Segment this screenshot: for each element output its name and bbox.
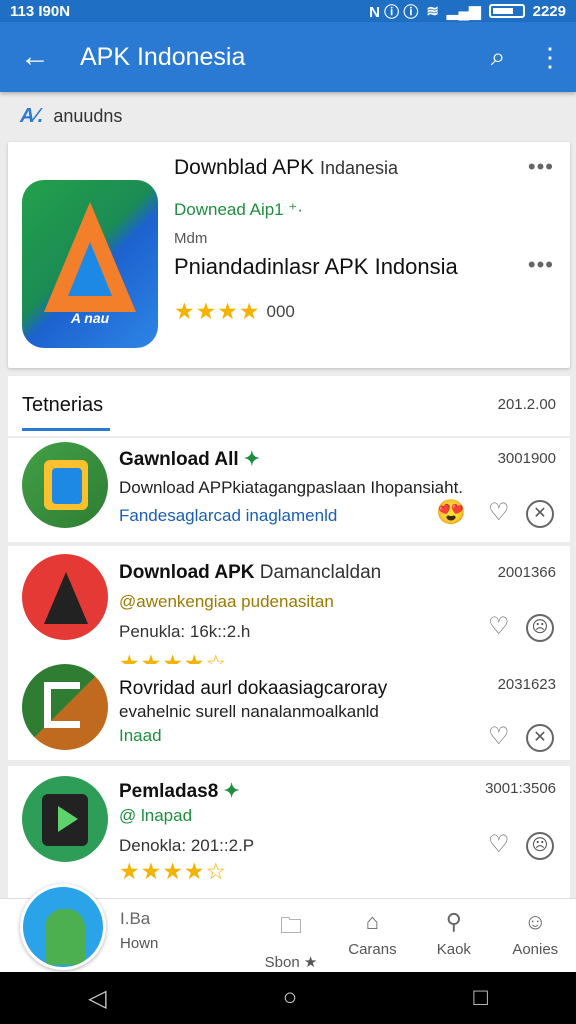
nav-games[interactable]: ⌂ Carans — [332, 899, 413, 972]
battery-icon — [488, 4, 525, 18]
back-arrow-icon[interactable]: ← — [0, 40, 70, 74]
android-mascot-icon — [45, 909, 85, 965]
search-icon[interactable]: ⌕ — [472, 41, 524, 73]
nav-games-label: Carans — [348, 941, 397, 958]
heart-icon[interactable]: ♡ — [488, 498, 510, 527]
signal-icon: ▂▄▆ — [446, 3, 481, 20]
nav-more-label: Aonies — [512, 941, 559, 958]
smile-icon: ☺ — [524, 909, 547, 934]
page-title: APK Indonesia — [80, 42, 246, 71]
more-horiz-icon[interactable]: ••• — [528, 154, 554, 180]
badge-icon: ✦ — [223, 781, 240, 802]
app-tagline: Inaad — [119, 726, 162, 745]
featured-icon-label: A nau — [70, 310, 110, 326]
tab-indicator — [22, 428, 110, 431]
nav-show-label: Sbon ★ — [264, 954, 318, 971]
nav-home-top: I.Ba — [120, 909, 151, 928]
app-handle: @ lnapad — [119, 806, 193, 825]
nav-search-label: Kaok — [436, 941, 471, 958]
app-code: 3001:3506 — [485, 780, 556, 797]
status-clock: 2229 — [532, 2, 566, 20]
emoji-icon: 😍 — [436, 499, 466, 526]
status-bar: 113 I90N N ⓘ ⓘ ≋ ▂▄▆ 2229 — [0, 0, 576, 22]
avatar[interactable] — [20, 884, 106, 970]
status-time: 113 I90N — [10, 2, 71, 20]
list-item[interactable]: Pemladas8 ✦ 3001:3506 @ lnapad Denokla: … — [8, 766, 570, 900]
featured-title-main: Downblad APK — [174, 156, 315, 179]
list-item[interactable]: Rovridad aurl dokaasiagcaroray 2031623 e… — [8, 664, 570, 760]
featured-title: Downblad APK Indanesia — [174, 156, 398, 180]
star-rating-icon: ★★★★ — [174, 298, 261, 324]
app-tagline: Fandesaglarcad inaglamenld — [119, 506, 338, 525]
nav-show[interactable]: 🗀 Sbon ★ — [250, 899, 331, 972]
app-icon — [22, 776, 108, 862]
app-description: evahelnic surell nanalanmoalkanld — [119, 702, 379, 721]
brand-logo: A⁄. — [20, 104, 44, 127]
home-icon: ⌂ — [365, 909, 380, 934]
nav-home-label: Hown — [120, 935, 159, 952]
wifi-icon: ≋ — [426, 3, 439, 20]
sad-face-icon[interactable]: ☹ — [526, 614, 554, 642]
list-item[interactable]: Gawnload All ✦ 3001900 Download APPkiata… — [8, 438, 570, 542]
nav-search[interactable]: ⚲ Kaok — [413, 899, 494, 972]
featured-app-name: Pniandadinlasr APK Indonsia — [174, 254, 458, 279]
section-title[interactable]: Tetnerias — [22, 394, 103, 417]
heart-icon[interactable]: ♡ — [488, 722, 510, 751]
status-indicators: N ⓘ ⓘ — [369, 3, 419, 21]
list-item[interactable]: Download APK Damanclaldan 2001366 @awenk… — [8, 546, 570, 658]
person-icon: ⚲ — [445, 909, 462, 934]
section-code: 201.2.00 — [497, 396, 556, 413]
app-size: Denokla: 201::2.P — [119, 836, 255, 855]
system-navigation-bar: ◁ ○ □ — [0, 972, 576, 1024]
featured-title-thin: Indanesia — [319, 158, 399, 178]
more-vert-icon[interactable]: ⋮ — [524, 42, 576, 73]
app-subtitle: Damanclaldan — [259, 562, 382, 583]
nav-more[interactable]: ☺ Aonies — [495, 899, 576, 972]
back-icon[interactable]: ◁ — [88, 984, 106, 1013]
badge-icon: ✦ — [243, 449, 260, 470]
featured-app-icon[interactable]: A nau — [22, 180, 158, 348]
app-name: Gawnload All ✦ — [119, 449, 260, 470]
featured-app-card[interactable]: A nau Downblad APK Indanesia ••• Downead… — [8, 142, 570, 368]
app-icon — [22, 554, 108, 640]
app-handle: @awenkengiaa pudenasitan — [119, 592, 334, 611]
app-size: Penukla: 16k::2.h — [119, 622, 251, 641]
folder-icon: 🗀 — [279, 913, 302, 938]
app-icon — [22, 664, 108, 750]
sad-face-icon[interactable]: ☹ — [526, 832, 554, 860]
featured-rating-count: 000 — [266, 301, 295, 321]
app-code: 2001366 — [497, 564, 556, 581]
featured-rating: ★★★★ 000 — [174, 298, 295, 325]
app-name: Pemladas8 ✦ — [119, 781, 240, 802]
app-description: Download APPkiatagangpaslaan Ihopansiaht… — [119, 478, 464, 497]
featured-meta: Mdm — [174, 230, 208, 247]
app-icon — [22, 442, 108, 528]
app-name: Rovridad aurl dokaasiagcaroray — [119, 678, 388, 699]
app-list-section: Tetnerias 201.2.00 Gawnload All ✦ 300190… — [8, 376, 570, 976]
status-icons: N ⓘ ⓘ ≋ ▂▄▆ 2229 — [369, 1, 566, 22]
app-code: 2031623 — [497, 676, 556, 693]
app-bar: ← APK Indonesia ⌕ ⋮ — [0, 22, 576, 92]
home-button-icon[interactable]: ○ — [283, 984, 298, 1012]
star-rating-icon: ★★★★☆ — [119, 858, 228, 884]
subheader-label: anuudns — [53, 105, 123, 126]
heart-icon[interactable]: ♡ — [488, 612, 510, 641]
app-code: 3001900 — [497, 450, 556, 467]
section-header: Tetnerias 201.2.00 — [8, 376, 570, 436]
featured-developer[interactable]: Downead Aip1 ⁺· — [174, 200, 303, 220]
logo-inner-shape — [68, 242, 112, 296]
close-icon[interactable]: ✕ — [526, 724, 554, 752]
subheader: A⁄. anuudns — [0, 92, 576, 140]
app-name: Download APK Damanclaldan — [119, 562, 382, 583]
heart-icon[interactable]: ♡ — [488, 830, 510, 859]
more-horiz-icon-2[interactable]: ••• — [528, 252, 554, 278]
recents-icon[interactable]: □ — [473, 984, 488, 1012]
close-icon[interactable]: ✕ — [526, 500, 554, 528]
